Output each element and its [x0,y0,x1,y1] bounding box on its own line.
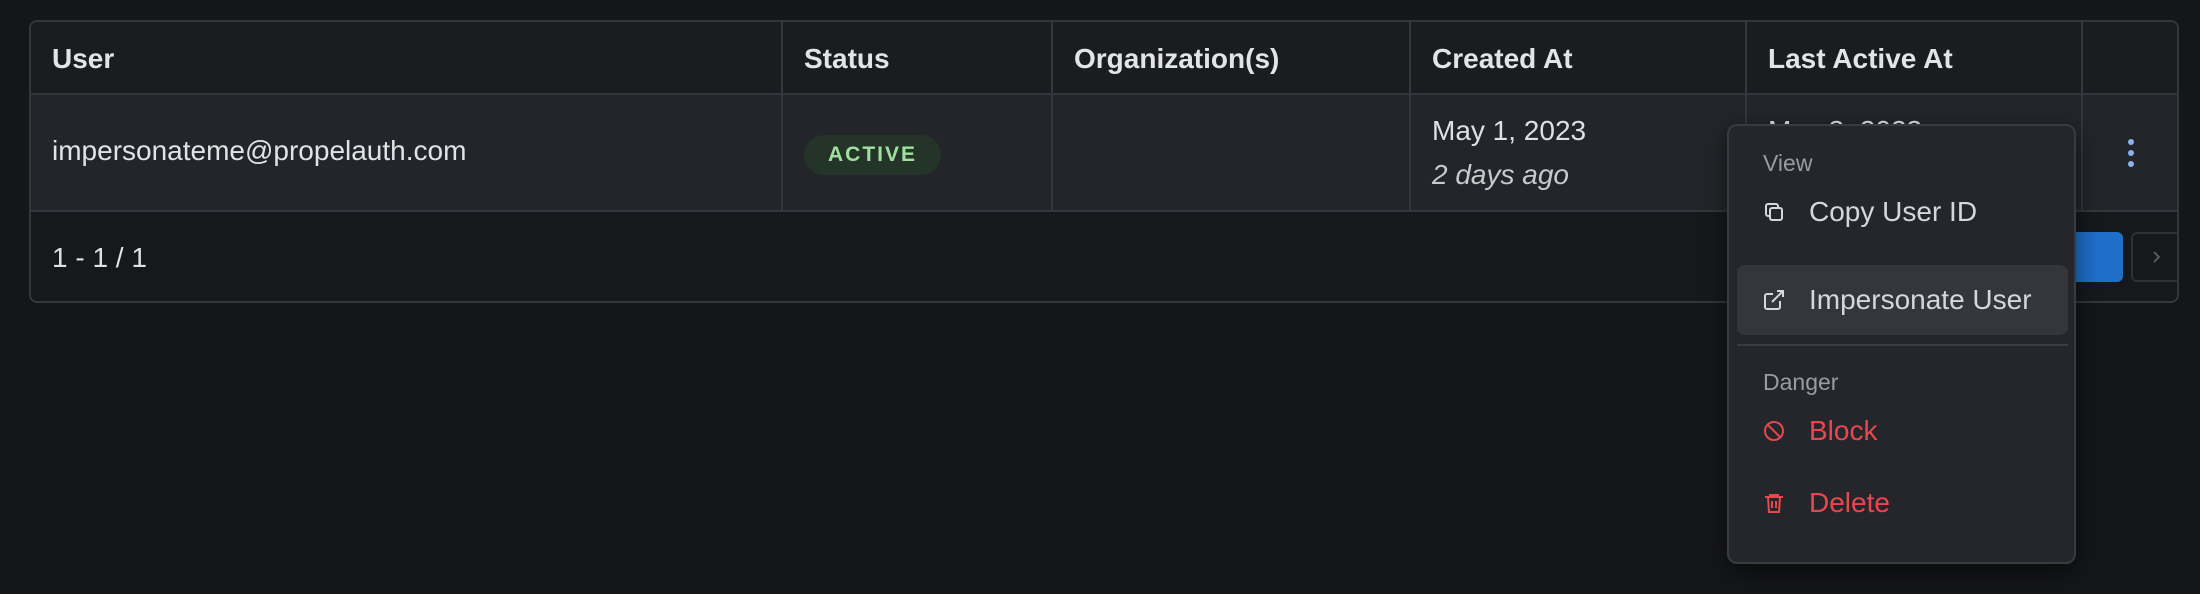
organizations-cell [1053,95,1411,210]
user-cell: impersonateme@propelauth.com [31,95,783,210]
chevron-right-icon [2153,251,2161,263]
impersonate-user-label: Impersonate User [1809,284,2032,315]
menu-divider [1737,344,2068,346]
delete-menu-item[interactable]: Delete [1737,468,2068,538]
row-actions-menu: View Copy User ID Impersonate User Dange… [1727,124,2076,564]
column-header-status[interactable]: Status [783,22,1053,93]
created-at-cell: May 1, 2023 2 days ago [1411,95,1747,210]
pagination-range: 1 - 1 / 1 [52,242,147,273]
external-link-icon [1761,287,1787,313]
status-cell: ACTIVE [783,95,1053,210]
copy-user-id-label: Copy User ID [1809,196,1978,227]
column-header-created-at[interactable]: Created At [1411,22,1747,93]
copy-icon [1761,199,1787,225]
column-header-last-active-at[interactable]: Last Active At [1747,22,2083,93]
trash-icon [1761,490,1787,516]
block-menu-item[interactable]: Block [1737,396,2068,466]
copy-user-id-menu-item[interactable]: Copy User ID [1737,177,2068,247]
column-header-organizations[interactable]: Organization(s) [1053,22,1411,93]
block-label: Block [1809,415,1878,446]
status-badge: ACTIVE [804,135,942,175]
kebab-icon[interactable] [2113,135,2149,171]
table-header: User Status Organization(s) Created At L… [31,22,2177,95]
menu-section-view: View [1763,150,1813,176]
block-icon [1761,418,1787,444]
menu-section-danger: Danger [1763,369,1839,395]
user-email[interactable]: impersonateme@propelauth.com [52,135,466,167]
next-page-button[interactable] [2131,232,2177,282]
delete-label: Delete [1809,487,1890,518]
impersonate-user-menu-item[interactable]: Impersonate User [1737,265,2068,335]
created-at-date: May 1, 2023 [1432,115,1587,146]
created-at-relative: 2 days ago [1432,159,1569,190]
column-header-user[interactable]: User [31,22,783,93]
